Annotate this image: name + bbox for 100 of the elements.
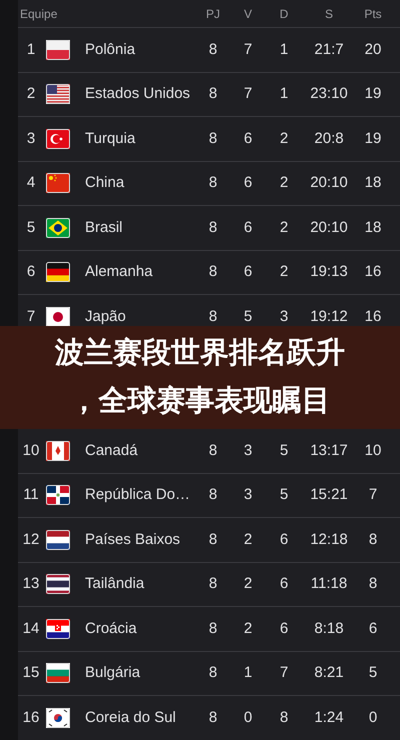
column-header: V	[244, 6, 252, 20]
table-cell: 5	[244, 308, 252, 324]
table-cell: 13:17	[310, 442, 348, 458]
table-cell: 5	[280, 442, 288, 458]
column-header: PJ	[206, 6, 220, 20]
team-name: China	[85, 174, 124, 191]
table-cell: 21:7	[314, 40, 344, 58]
team-name: Estados Unidos	[85, 85, 190, 102]
team-name: Tailândia	[85, 575, 144, 592]
table-cell: 8	[280, 708, 288, 726]
table-cell: 19:12	[310, 308, 348, 324]
table-cell: 10	[364, 442, 382, 458]
table-cell: 2	[280, 218, 288, 236]
column-header: Equipe	[20, 6, 58, 20]
table-cell: 8:21	[314, 664, 344, 681]
column-header: D	[280, 6, 288, 20]
table-cell: 8	[208, 308, 218, 324]
team-name: Canadá	[85, 442, 138, 458]
table-cell: 23:10	[310, 85, 348, 102]
rank-number: 11	[23, 486, 39, 503]
rank-number: 16	[22, 708, 40, 726]
table-cell: 3	[244, 442, 252, 458]
table-cell: 8	[368, 575, 378, 592]
table-cell: 1:24	[314, 708, 344, 726]
table-cell: 2	[280, 130, 288, 146]
team-name: Coreia do Sul	[85, 708, 176, 726]
table-cell: 6	[244, 130, 252, 146]
table-cell: 6	[244, 218, 252, 236]
rank-number: 13	[22, 575, 40, 592]
table-cell: 0	[244, 708, 252, 726]
team-name: Bulgária	[85, 664, 140, 681]
table-cell: 7	[244, 85, 252, 102]
rank-number: 3	[26, 130, 36, 146]
rank-number: 12	[22, 530, 40, 548]
table-cell: 1	[280, 40, 288, 58]
table-cell: 8	[208, 486, 218, 503]
table-cell: 11:18	[310, 575, 348, 592]
table-cell: 8	[208, 708, 218, 726]
table-cell: 8	[208, 85, 218, 102]
table-cell: 7	[280, 664, 288, 681]
team-name: Turquia	[85, 130, 136, 146]
table-cell: 19	[364, 130, 382, 146]
table-cell: 8	[208, 130, 218, 146]
table-cell: 8	[208, 530, 218, 548]
table-cell: 7	[368, 486, 378, 503]
team-name: Croácia	[85, 620, 137, 636]
table-cell: 1	[244, 664, 252, 681]
table-cell: 16	[364, 308, 382, 324]
table-cell: 6	[280, 575, 288, 592]
table-cell: 8	[368, 530, 378, 548]
table-cell: 18	[364, 218, 382, 236]
table-cell: 20	[364, 40, 382, 58]
table-cell: 19:13	[310, 263, 348, 280]
table-cell: 8	[208, 664, 218, 681]
team-name: Países Baixos	[85, 530, 180, 548]
rank-number: 4	[26, 174, 36, 191]
table-cell: 20:10	[310, 174, 348, 191]
table-cell: 15:21	[310, 486, 348, 503]
team-name: República Do…	[85, 486, 190, 503]
table-cell: 2	[244, 620, 252, 636]
rank-number: 5	[26, 218, 36, 236]
table-cell: 19	[364, 85, 382, 102]
column-header: S	[324, 6, 333, 20]
table-cell: 8	[208, 263, 218, 280]
rank-number: 14	[22, 620, 40, 636]
table-cell: 6	[280, 620, 288, 636]
table-cell: 16	[364, 263, 382, 280]
column-header: Pts	[364, 6, 382, 20]
rank-number: 7	[26, 308, 36, 324]
table-cell: 2	[280, 174, 288, 191]
table-cell: 20:8	[314, 130, 344, 146]
table-cell: 8	[208, 174, 218, 191]
table-cell: 20:10	[310, 218, 348, 236]
rank-number: 15	[22, 664, 40, 681]
table-cell: 2	[280, 263, 288, 280]
table-cell: 3	[244, 486, 252, 503]
team-name: Alemanha	[85, 263, 153, 280]
table-cell: 8:18	[314, 620, 344, 636]
table-cell: 7	[244, 40, 252, 58]
team-name: Brasil	[85, 218, 123, 236]
table-cell: 2	[244, 530, 252, 548]
table-cell: 5	[368, 664, 378, 681]
table-cell: 6	[280, 530, 288, 548]
table-cell: 1	[280, 85, 288, 102]
table-cell: 0	[368, 708, 378, 726]
team-name: Polônia	[85, 40, 136, 58]
table-cell: 8	[208, 575, 218, 592]
table-cell: 6	[368, 620, 378, 636]
team-name: Japão	[85, 308, 126, 324]
table-cell: 8	[208, 40, 218, 58]
table-cell: 8	[208, 218, 218, 236]
rank-number: 1	[26, 40, 36, 58]
table-cell: 8	[208, 442, 218, 458]
table-cell: 3	[280, 308, 288, 324]
rank-number: 10	[22, 442, 40, 458]
table-cell: 6	[244, 263, 252, 280]
table-cell: 12:18	[310, 530, 348, 548]
table-cell: 6	[244, 174, 252, 191]
table-cell: 18	[364, 174, 382, 191]
table-cell: 5	[280, 486, 288, 503]
